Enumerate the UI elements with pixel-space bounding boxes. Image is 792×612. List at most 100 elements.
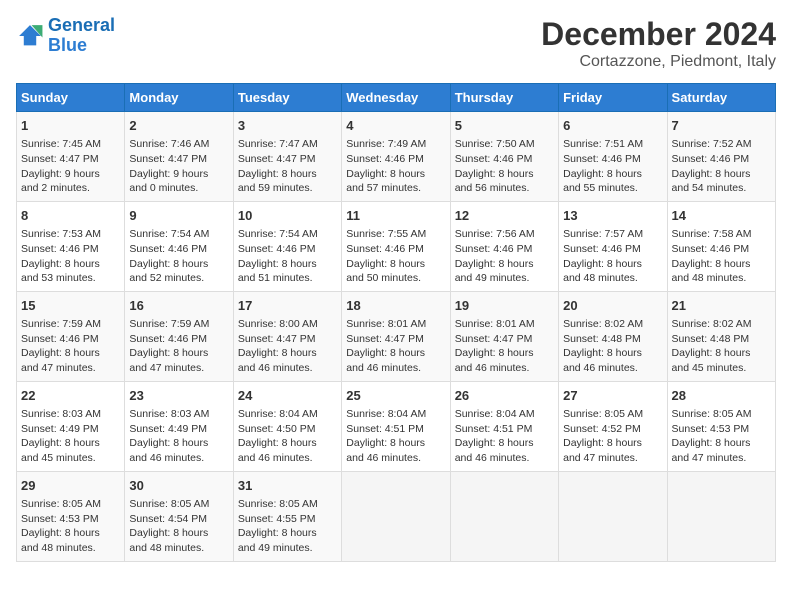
day-info: Sunrise: 8:02 AM — [563, 317, 662, 332]
day-info: Sunset: 4:52 PM — [563, 422, 662, 437]
day-info: Sunset: 4:46 PM — [672, 152, 771, 167]
day-info: Sunrise: 7:51 AM — [563, 137, 662, 152]
day-info: Sunset: 4:46 PM — [455, 242, 554, 257]
day-info: Sunset: 4:51 PM — [455, 422, 554, 437]
day-info: and 52 minutes. — [129, 271, 228, 286]
day-info: Sunrise: 8:05 AM — [21, 497, 120, 512]
day-info: Sunrise: 8:05 AM — [563, 407, 662, 422]
day-info: Daylight: 8 hours — [563, 257, 662, 272]
day-info: Daylight: 8 hours — [455, 167, 554, 182]
day-info: and 57 minutes. — [346, 181, 445, 196]
day-info: Sunset: 4:47 PM — [21, 152, 120, 167]
col-header-saturday: Saturday — [667, 84, 775, 112]
calendar-cell — [667, 471, 775, 561]
day-info: Sunset: 4:46 PM — [21, 242, 120, 257]
day-info: Daylight: 9 hours — [21, 167, 120, 182]
calendar-cell: 11Sunrise: 7:55 AMSunset: 4:46 PMDayligh… — [342, 201, 450, 291]
day-number: 17 — [238, 297, 337, 315]
day-number: 14 — [672, 207, 771, 225]
calendar-cell: 13Sunrise: 7:57 AMSunset: 4:46 PMDayligh… — [559, 201, 667, 291]
day-number: 20 — [563, 297, 662, 315]
day-info: Sunset: 4:47 PM — [346, 332, 445, 347]
day-number: 12 — [455, 207, 554, 225]
calendar-cell: 14Sunrise: 7:58 AMSunset: 4:46 PMDayligh… — [667, 201, 775, 291]
day-info: Sunset: 4:46 PM — [346, 152, 445, 167]
day-info: Sunset: 4:49 PM — [21, 422, 120, 437]
day-info: Sunset: 4:53 PM — [672, 422, 771, 437]
day-info: Sunset: 4:51 PM — [346, 422, 445, 437]
day-info: and 51 minutes. — [238, 271, 337, 286]
day-info: and 46 minutes. — [455, 361, 554, 376]
day-info: and 50 minutes. — [346, 271, 445, 286]
day-info: Sunset: 4:48 PM — [672, 332, 771, 347]
day-info: Sunrise: 8:03 AM — [129, 407, 228, 422]
logo-icon — [16, 22, 44, 50]
day-info: and 55 minutes. — [563, 181, 662, 196]
day-number: 26 — [455, 387, 554, 405]
day-info: Sunrise: 7:53 AM — [21, 227, 120, 242]
calendar-cell: 17Sunrise: 8:00 AMSunset: 4:47 PMDayligh… — [233, 291, 341, 381]
day-info: Sunset: 4:54 PM — [129, 512, 228, 527]
day-info: Sunrise: 7:47 AM — [238, 137, 337, 152]
day-info: Daylight: 8 hours — [563, 346, 662, 361]
day-info: Sunrise: 7:59 AM — [129, 317, 228, 332]
day-info: and 48 minutes. — [672, 271, 771, 286]
week-row-3: 15Sunrise: 7:59 AMSunset: 4:46 PMDayligh… — [17, 291, 776, 381]
calendar-cell: 20Sunrise: 8:02 AMSunset: 4:48 PMDayligh… — [559, 291, 667, 381]
day-info: Sunset: 4:50 PM — [238, 422, 337, 437]
calendar-cell: 15Sunrise: 7:59 AMSunset: 4:46 PMDayligh… — [17, 291, 125, 381]
day-number: 9 — [129, 207, 228, 225]
day-info: Sunrise: 8:04 AM — [455, 407, 554, 422]
day-number: 2 — [129, 117, 228, 135]
day-info: and 46 minutes. — [563, 361, 662, 376]
col-header-tuesday: Tuesday — [233, 84, 341, 112]
logo-line1: General — [48, 15, 115, 35]
day-number: 22 — [21, 387, 120, 405]
day-info: Sunset: 4:49 PM — [129, 422, 228, 437]
logo: General Blue — [16, 16, 115, 56]
day-number: 30 — [129, 477, 228, 495]
calendar-cell: 3Sunrise: 7:47 AMSunset: 4:47 PMDaylight… — [233, 112, 341, 202]
month-title: December 2024 — [541, 16, 776, 53]
day-info: Sunrise: 7:45 AM — [21, 137, 120, 152]
day-info: Sunset: 4:47 PM — [455, 332, 554, 347]
day-number: 11 — [346, 207, 445, 225]
day-info: and 56 minutes. — [455, 181, 554, 196]
calendar-cell: 1Sunrise: 7:45 AMSunset: 4:47 PMDaylight… — [17, 112, 125, 202]
day-info: Sunrise: 7:52 AM — [672, 137, 771, 152]
calendar-cell: 23Sunrise: 8:03 AMSunset: 4:49 PMDayligh… — [125, 381, 233, 471]
calendar-cell: 22Sunrise: 8:03 AMSunset: 4:49 PMDayligh… — [17, 381, 125, 471]
day-info: Daylight: 8 hours — [238, 346, 337, 361]
day-info: Sunrise: 8:04 AM — [238, 407, 337, 422]
col-header-monday: Monday — [125, 84, 233, 112]
day-number: 13 — [563, 207, 662, 225]
day-info: Sunset: 4:46 PM — [672, 242, 771, 257]
day-info: Sunrise: 7:54 AM — [238, 227, 337, 242]
col-header-sunday: Sunday — [17, 84, 125, 112]
day-info: Sunrise: 7:56 AM — [455, 227, 554, 242]
title-area: December 2024 Cortazzone, Piedmont, Ital… — [541, 16, 776, 71]
day-info: and 48 minutes. — [129, 541, 228, 556]
calendar-cell: 25Sunrise: 8:04 AMSunset: 4:51 PMDayligh… — [342, 381, 450, 471]
day-info: Sunrise: 8:03 AM — [21, 407, 120, 422]
day-info: and 46 minutes. — [346, 361, 445, 376]
day-info: Sunset: 4:46 PM — [21, 332, 120, 347]
day-number: 28 — [672, 387, 771, 405]
day-info: and 59 minutes. — [238, 181, 337, 196]
logo-line2: Blue — [48, 35, 87, 55]
day-number: 5 — [455, 117, 554, 135]
day-number: 15 — [21, 297, 120, 315]
day-info: Sunset: 4:47 PM — [238, 152, 337, 167]
calendar-cell: 6Sunrise: 7:51 AMSunset: 4:46 PMDaylight… — [559, 112, 667, 202]
day-info: Sunrise: 7:46 AM — [129, 137, 228, 152]
day-info: Sunrise: 7:55 AM — [346, 227, 445, 242]
day-info: Daylight: 8 hours — [129, 346, 228, 361]
calendar-cell: 30Sunrise: 8:05 AMSunset: 4:54 PMDayligh… — [125, 471, 233, 561]
calendar-table: SundayMondayTuesdayWednesdayThursdayFrid… — [16, 83, 776, 562]
calendar-cell: 10Sunrise: 7:54 AMSunset: 4:46 PMDayligh… — [233, 201, 341, 291]
calendar-cell: 12Sunrise: 7:56 AMSunset: 4:46 PMDayligh… — [450, 201, 558, 291]
day-info: Daylight: 8 hours — [21, 346, 120, 361]
day-info: Sunrise: 8:05 AM — [129, 497, 228, 512]
calendar-cell: 5Sunrise: 7:50 AMSunset: 4:46 PMDaylight… — [450, 112, 558, 202]
day-info: and 47 minutes. — [563, 451, 662, 466]
